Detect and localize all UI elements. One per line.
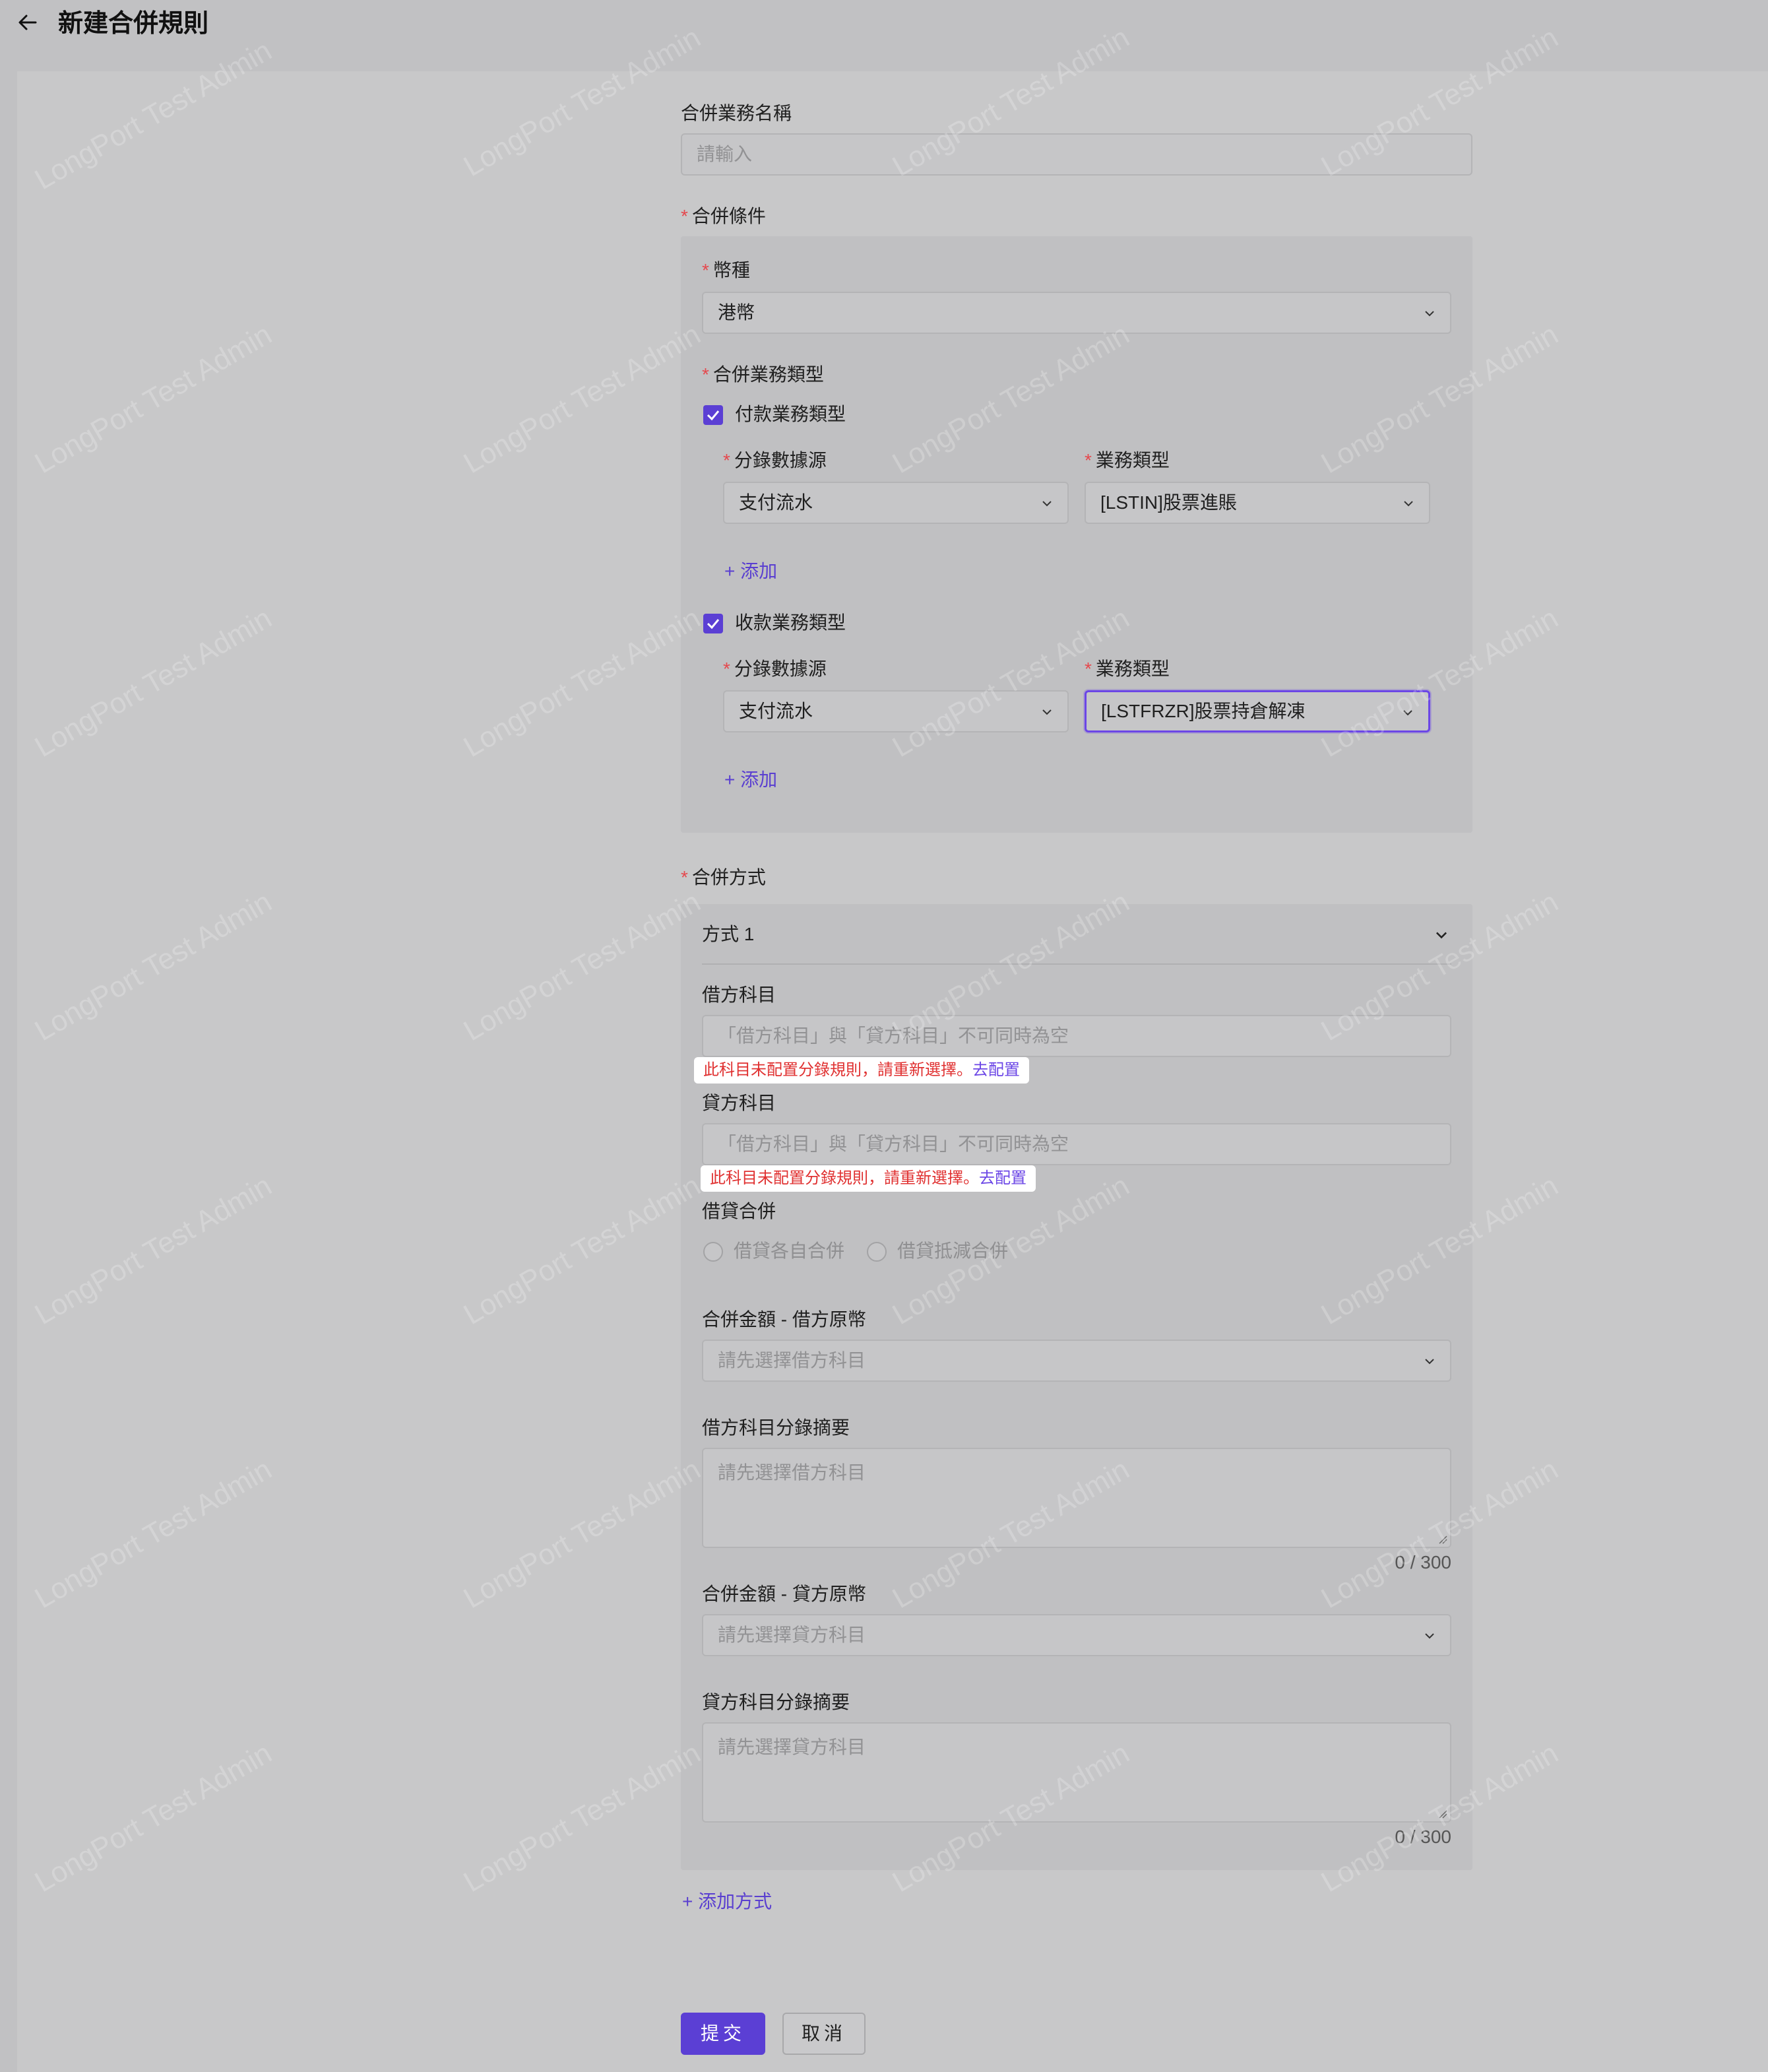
name-input[interactable]: 請輸入 — [681, 133, 1472, 176]
payment-add-button[interactable]: + 添加 — [724, 558, 777, 585]
watermark: LongPort Test Admin — [29, 1169, 278, 1332]
merge-option-1-label: 借貸各自合併 — [734, 1241, 845, 1261]
watermark: LongPort Test Admin — [458, 1737, 707, 1899]
biz-type-label: * 合併業務類型 — [702, 364, 824, 385]
resize-grip-icon[interactable] — [1438, 1535, 1447, 1544]
page-title: 新建合併規則 — [58, 10, 209, 38]
watermark: LongPort Test Admin — [29, 886, 278, 1048]
left-gutter — [0, 71, 17, 2072]
credit-summary-label: 貸方科目分錄摘要 — [702, 1692, 850, 1712]
payment-type-select[interactable]: [LSTIN]股票進賬 — [1085, 482, 1430, 524]
watermark: LongPort Test Admin — [29, 1453, 278, 1615]
payment-checkbox-label: 付款業務類型 — [735, 404, 846, 424]
method-label: * 合併方式 — [681, 867, 766, 888]
check-icon — [707, 410, 720, 421]
payment-checkbox[interactable] — [703, 405, 723, 425]
debit-summary-counter: 0 / 300 — [1395, 1552, 1451, 1572]
receipt-type-select[interactable]: [LSTFRZR]股票持倉解凍 — [1085, 690, 1430, 732]
receipt-type-label: * 業務類型 — [1085, 659, 1170, 679]
payment-type-label: * 業務類型 — [1085, 450, 1170, 470]
name-label: 合併業務名稱 — [681, 103, 792, 123]
debit-input[interactable]: 「借方科目」與「貸方科目」不可同時為空 — [702, 1015, 1451, 1057]
conditions-label: * 合併條件 — [681, 206, 766, 226]
chevron-down-icon[interactable] — [1433, 926, 1450, 944]
top-bar: 新建合併規則 — [0, 0, 1768, 71]
check-icon — [707, 619, 720, 630]
receipt-checkbox[interactable] — [703, 614, 723, 633]
credit-amount-select[interactable]: 請先選擇貸方科目 — [702, 1614, 1451, 1656]
arrow-left-icon[interactable] — [15, 9, 41, 36]
debit-label: 借方科目 — [702, 985, 776, 1005]
payment-source-label: * 分錄數據源 — [723, 450, 827, 470]
chevron-down-icon — [1042, 709, 1052, 715]
watermark: LongPort Test Admin — [458, 1453, 707, 1615]
credit-error-text: 此科目未配置分錄規則，請重新選擇。 — [710, 1169, 979, 1187]
watermark: LongPort Test Admin — [458, 886, 707, 1048]
chevron-down-icon — [1042, 501, 1052, 507]
debit-error-text: 此科目未配置分錄規則，請重新選擇。 — [703, 1061, 972, 1079]
debit-error-message: 此科目未配置分錄規則，請重新選擇。去配置 — [694, 1057, 1029, 1084]
credit-configure-link[interactable]: 去配置 — [979, 1169, 1026, 1187]
receipt-checkbox-label: 收款業務類型 — [735, 612, 846, 633]
credit-summary-counter: 0 / 300 — [1395, 1827, 1451, 1847]
merge-option-2-radio[interactable] — [867, 1242, 887, 1262]
add-method-button[interactable]: + 添加方式 — [682, 1889, 772, 1915]
merge-option-2-label: 借貸抵減合併 — [897, 1241, 1009, 1261]
chevron-down-icon — [1404, 501, 1413, 507]
method-divider — [702, 963, 1451, 965]
debit-summary-label: 借方科目分錄摘要 — [702, 1417, 850, 1438]
chevron-down-icon — [1425, 1359, 1434, 1365]
submit-button[interactable]: 提交 — [681, 2013, 765, 2055]
currency-select[interactable]: 港幣 — [702, 292, 1451, 334]
resize-grip-icon[interactable] — [1438, 1809, 1447, 1819]
debit-amount-label: 合併金額 - 借方原幣 — [702, 1309, 866, 1330]
debit-amount-select[interactable]: 請先選擇借方科目 — [702, 1340, 1451, 1382]
watermark: LongPort Test Admin — [458, 602, 707, 764]
debit-configure-link[interactable]: 去配置 — [972, 1061, 1020, 1079]
credit-label: 貸方科目 — [702, 1093, 776, 1113]
cancel-button[interactable]: 取消 — [782, 2013, 866, 2055]
merge-label: 借貸合併 — [702, 1201, 776, 1221]
chevron-down-icon — [1425, 311, 1434, 317]
currency-label: * 幣種 — [702, 260, 750, 280]
credit-summary-textarea[interactable]: 請先選擇貸方科目 — [702, 1722, 1451, 1823]
watermark: LongPort Test Admin — [458, 318, 707, 480]
credit-input[interactable]: 「借方科目」與「貸方科目」不可同時為空 — [702, 1123, 1451, 1165]
credit-error-message: 此科目未配置分錄規則，請重新選擇。去配置 — [701, 1165, 1036, 1192]
watermark: LongPort Test Admin — [29, 318, 278, 480]
credit-amount-label: 合併金額 - 貸方原幣 — [702, 1584, 866, 1604]
watermark: LongPort Test Admin — [29, 1737, 278, 1899]
receipt-source-select[interactable]: 支付流水 — [723, 690, 1069, 732]
debit-summary-textarea[interactable]: 請先選擇借方科目 — [702, 1448, 1451, 1548]
watermark: LongPort Test Admin — [29, 602, 278, 764]
method-collapse-title[interactable]: 方式 1 — [702, 921, 754, 948]
chevron-down-icon — [1425, 1633, 1434, 1639]
merge-option-1-radio[interactable] — [703, 1242, 723, 1262]
watermark: LongPort Test Admin — [458, 1169, 707, 1332]
chevron-down-icon — [1403, 710, 1412, 716]
receipt-add-button[interactable]: + 添加 — [724, 767, 777, 793]
receipt-source-label: * 分錄數據源 — [723, 659, 827, 679]
payment-source-select[interactable]: 支付流水 — [723, 482, 1069, 524]
